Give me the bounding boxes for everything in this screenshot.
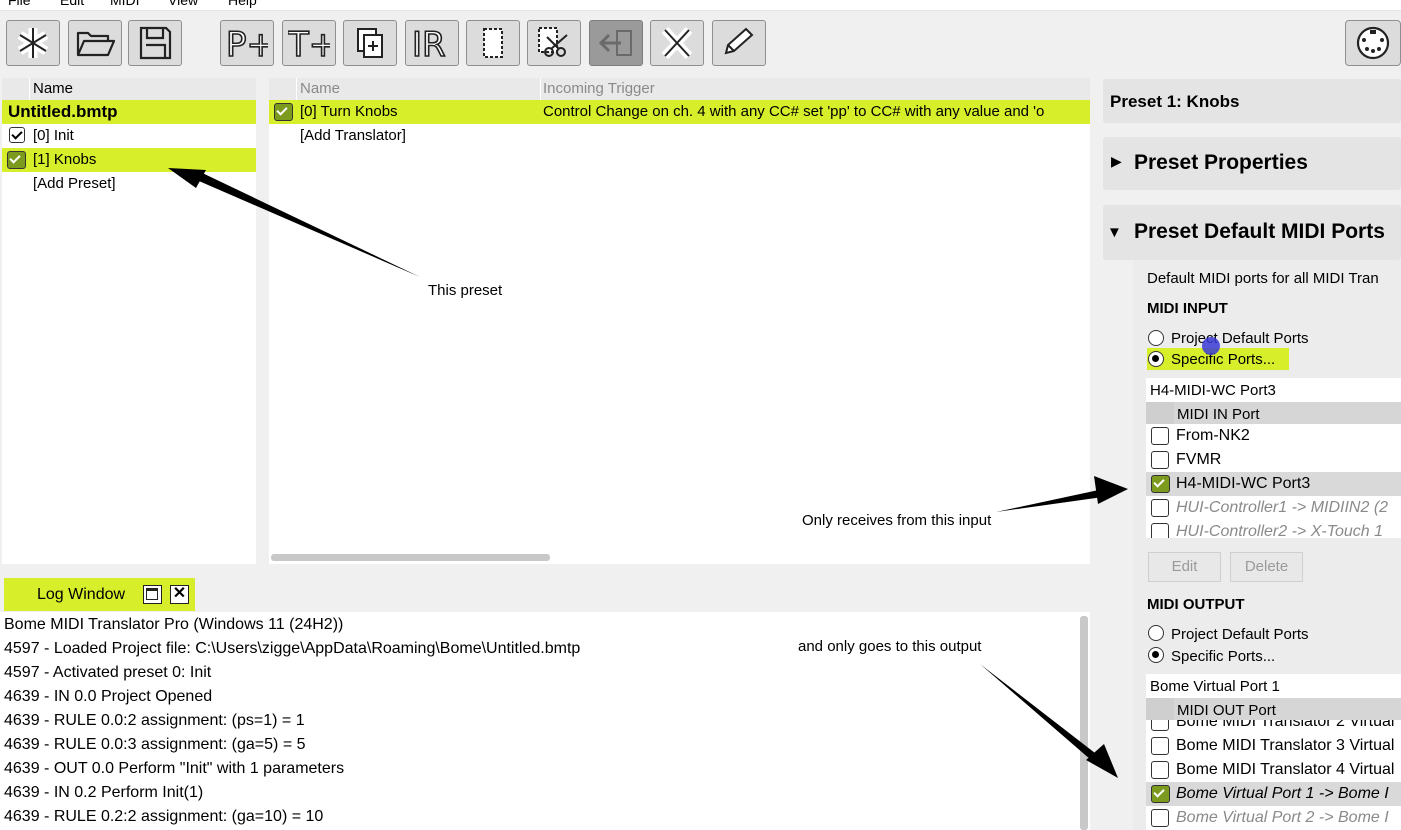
arrow-this-preset (192, 170, 420, 277)
arrowhead-only-goes (1086, 744, 1118, 778)
arrow-only-goes (980, 664, 1104, 766)
annotation-only-receives: Only receives from this input (802, 512, 992, 529)
annotation-arrows (168, 168, 1220, 778)
annotation-only-goes: and only goes to this output (798, 638, 982, 655)
cursor-dot-icon (1202, 337, 1220, 355)
arrowhead-only-receives (1094, 476, 1128, 504)
arrowhead-this-preset (168, 168, 206, 188)
annotation-this-preset: This preset (428, 282, 503, 299)
arrow-only-receives (996, 488, 1110, 512)
